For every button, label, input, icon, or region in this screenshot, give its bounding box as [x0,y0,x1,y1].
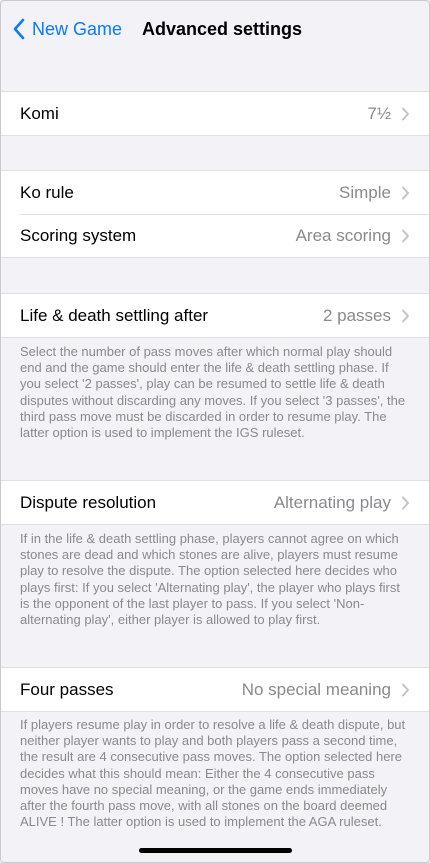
four-passes-value: No special meaning [241,679,391,699]
dispute-resolution-label: Dispute resolution [20,492,157,512]
komi-section: Komi 7½ [0,91,430,136]
chevron-right-icon [402,496,409,509]
dispute-resolution-row[interactable]: Dispute resolution Alternating play [0,481,430,524]
chevron-right-icon [402,107,409,120]
four-passes-label: Four passes [20,679,114,699]
page-title: Advanced settings [142,19,303,39]
dispute-resolution-value: Alternating play [273,492,391,512]
life-death-label: Life & death settling after [20,305,209,325]
home-indicator[interactable] [139,848,292,853]
ko-rule-label: Ko rule [20,182,74,202]
four-passes-footer: If players resume play in order to resol… [20,717,406,830]
back-button-label: New Game [32,18,123,39]
chevron-right-icon [402,309,409,322]
komi-value: 7½ [367,103,391,123]
chevron-left-icon [13,18,25,40]
dispute-section: Dispute resolution Alternating play [0,480,430,525]
life-death-row[interactable]: Life & death settling after 2 passes [0,294,430,337]
back-button[interactable]: New Game [12,16,122,42]
chevron-right-icon [402,229,409,242]
four-passes-row[interactable]: Four passes No special meaning [0,668,430,711]
komi-label: Komi [20,103,59,123]
navigation-bar: New Game Advanced settings [0,0,430,58]
chevron-right-icon [402,683,409,696]
life-death-section: Life & death settling after 2 passes [0,293,430,338]
scoring-system-label: Scoring system [20,225,137,245]
life-death-footer: Select the number of pass moves after wh… [20,344,406,441]
dispute-footer: If in the life & death settling phase, p… [20,531,400,628]
life-death-value: 2 passes [322,305,391,325]
komi-row[interactable]: Komi 7½ [0,92,430,135]
ko-rule-row[interactable]: Ko rule Simple [0,171,430,214]
ko-rule-value: Simple [339,182,391,202]
rules-section: Ko rule Simple Scoring system Area scori… [0,170,430,258]
four-passes-section: Four passes No special meaning [0,667,430,712]
scoring-system-row[interactable]: Scoring system Area scoring [0,214,430,257]
chevron-right-icon [402,186,409,199]
scoring-system-value: Area scoring [295,225,391,245]
